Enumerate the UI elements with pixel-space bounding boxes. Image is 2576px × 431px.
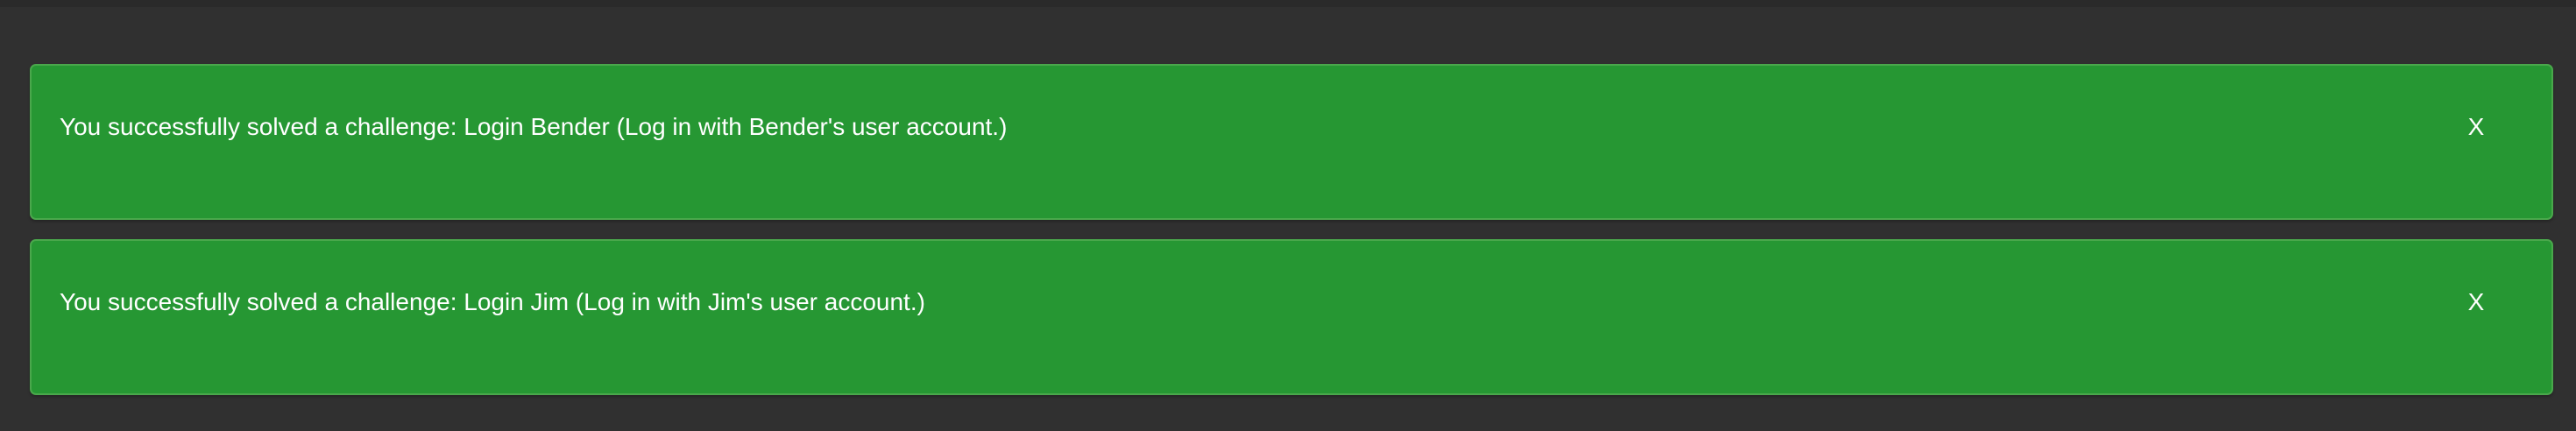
notification-message: You successfully solved a challenge: Log… (60, 113, 1008, 140)
page-top-shadow (0, 0, 2576, 7)
challenge-solved-notification: You successfully solved a challenge: Log… (30, 239, 2553, 395)
challenge-notifications: You successfully solved a challenge: Log… (30, 64, 2553, 414)
dismiss-button[interactable]: X (2459, 285, 2494, 320)
dismiss-button[interactable]: X (2459, 110, 2494, 145)
notification-message: You successfully solved a challenge: Log… (60, 288, 925, 315)
challenge-solved-notification: You successfully solved a challenge: Log… (30, 64, 2553, 220)
